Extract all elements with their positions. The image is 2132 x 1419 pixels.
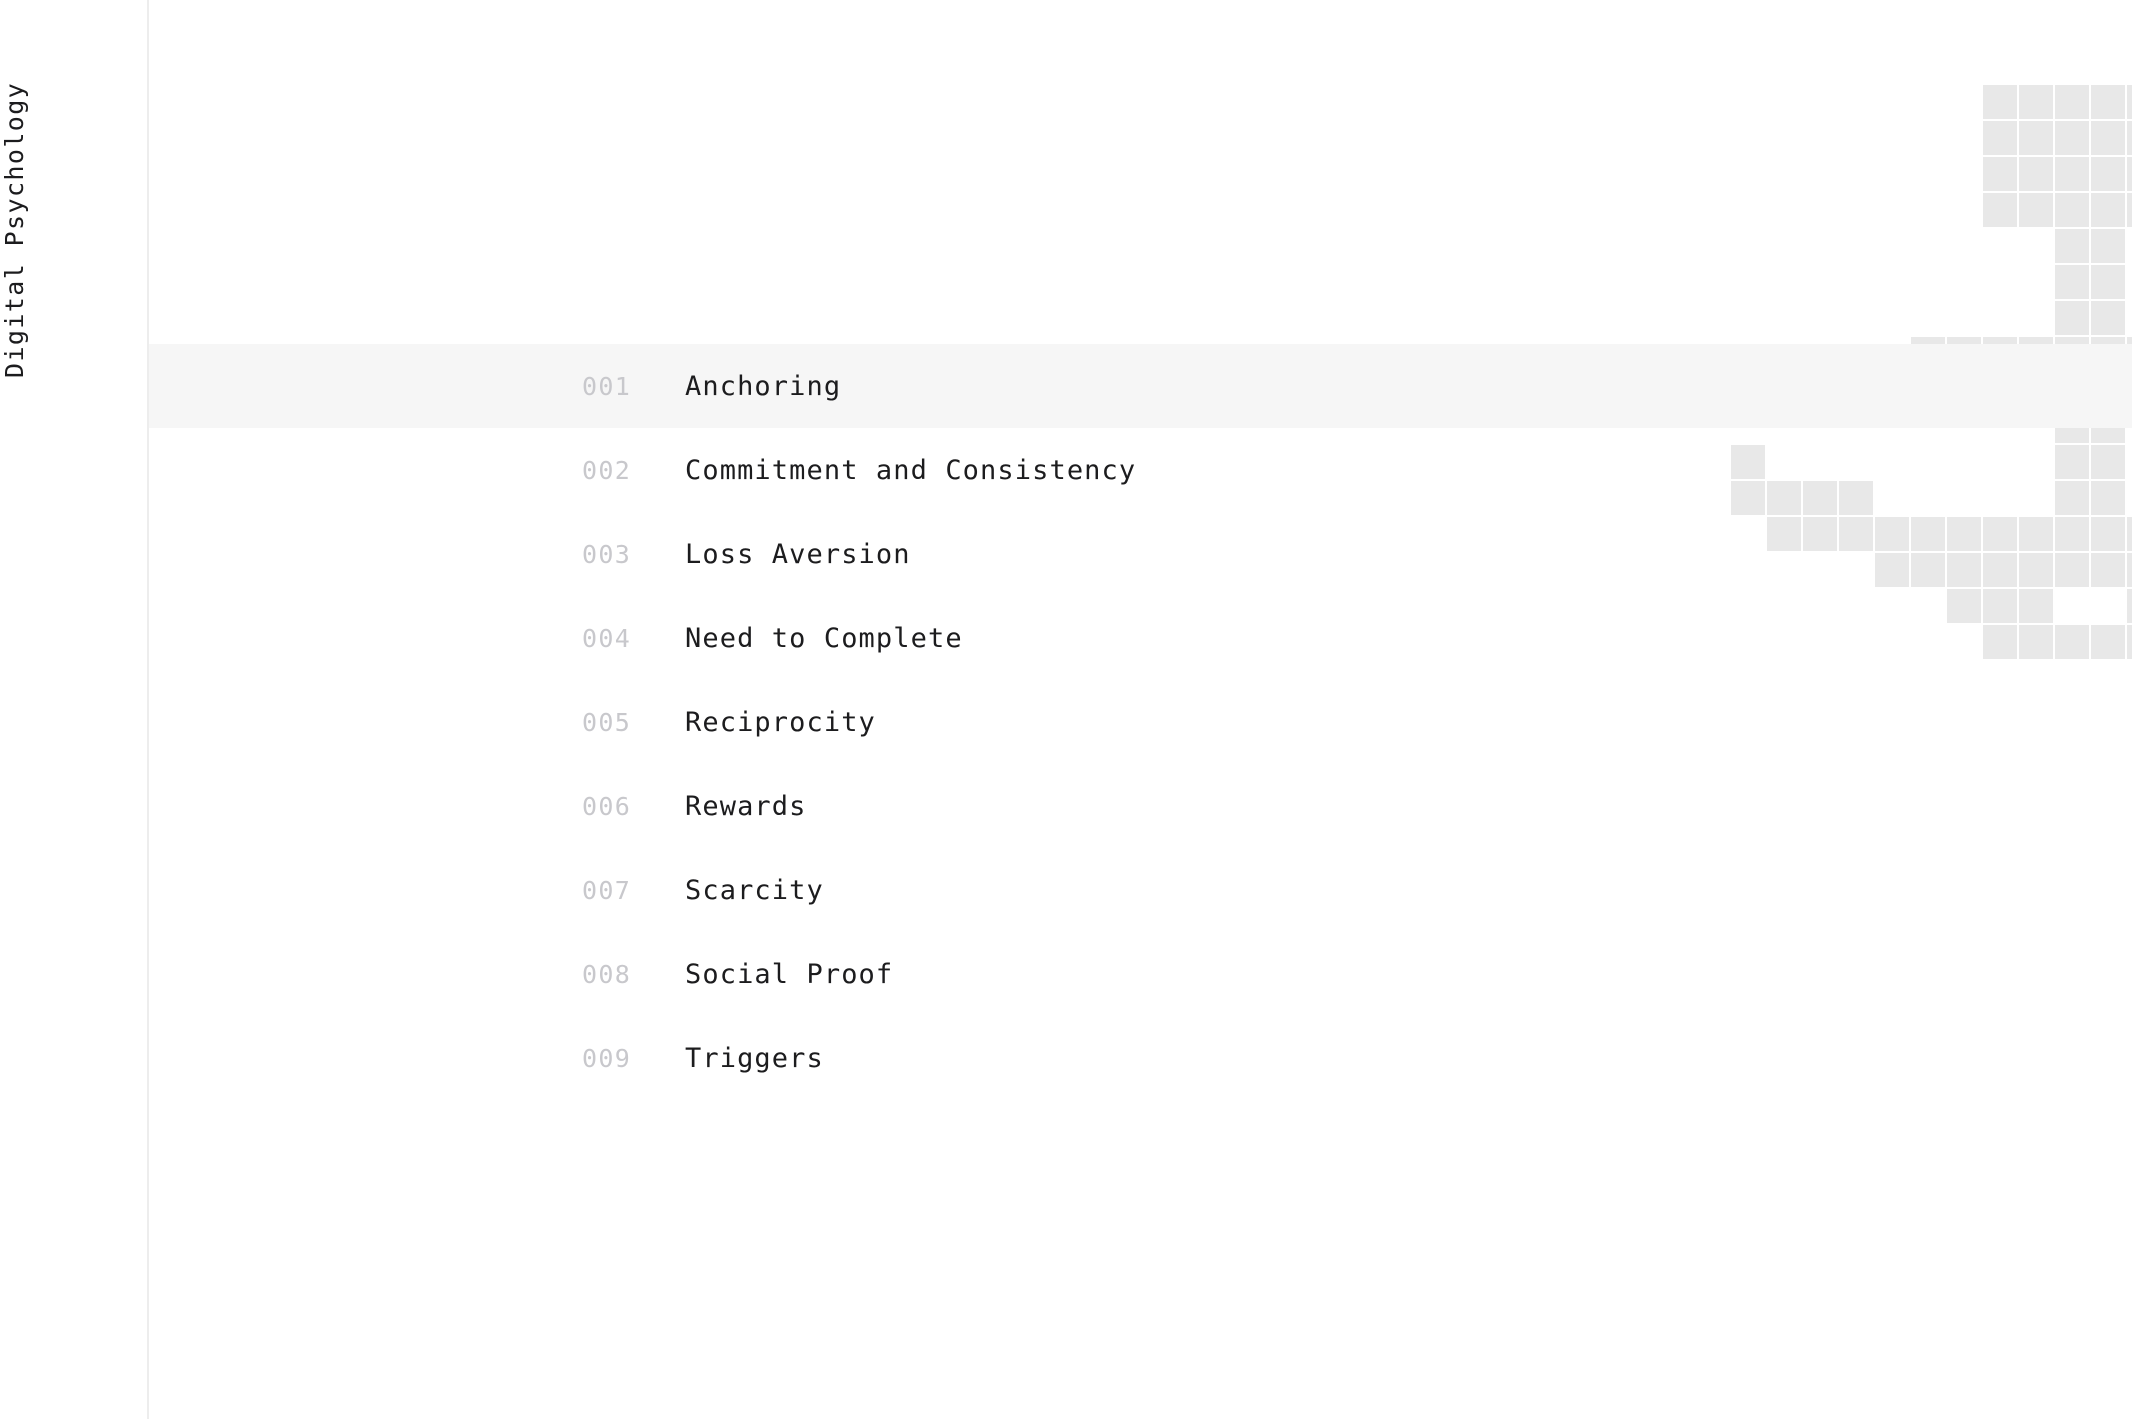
list-row[interactable]: 005 Reciprocity: [149, 680, 2132, 764]
page-title: Digital Psychology: [0, 81, 29, 378]
list-row-number: 005: [582, 707, 632, 737]
list-row-label: Reciprocity: [685, 706, 876, 738]
list-row-number: 007: [582, 875, 632, 905]
list-row-number: 002: [582, 455, 632, 485]
list-row[interactable]: 006 Rewards: [149, 764, 2132, 848]
list-row-number: 006: [582, 791, 632, 821]
list-row[interactable]: 004 Need to Complete: [149, 596, 2132, 680]
list-row-label: Social Proof: [685, 958, 894, 990]
list-row[interactable]: 007 Scarcity: [149, 848, 2132, 932]
list-row-number: 003: [582, 539, 632, 569]
list-row-label: Commitment and Consistency: [685, 454, 1137, 486]
principles-list: 001 Anchoring 002 Commitment and Consistenc…: [149, 0, 2132, 1419]
list-row[interactable]: 008 Social Proof: [149, 932, 2132, 1016]
list-row-label: Anchoring: [685, 370, 842, 402]
list-row-number: 008: [582, 959, 632, 989]
list-row-number: 001: [582, 371, 632, 401]
list-row-label: Need to Complete: [685, 622, 963, 654]
list-row[interactable]: 001 Anchoring: [149, 344, 2132, 428]
list-row-label: Loss Aversion: [685, 538, 911, 570]
list-row-label: Triggers: [685, 1042, 824, 1074]
list-row[interactable]: 003 Loss Aversion: [149, 512, 2132, 596]
list-row[interactable]: 002 Commitment and Consistency: [149, 428, 2132, 512]
list-row-label: Scarcity: [685, 874, 824, 906]
list-row-number: 009: [582, 1043, 632, 1073]
list-row-number: 004: [582, 623, 632, 653]
list-row-label: Rewards: [685, 790, 807, 822]
list-row[interactable]: 009 Triggers: [149, 1016, 2132, 1100]
left-rail: Digital Psychology: [0, 0, 149, 1419]
